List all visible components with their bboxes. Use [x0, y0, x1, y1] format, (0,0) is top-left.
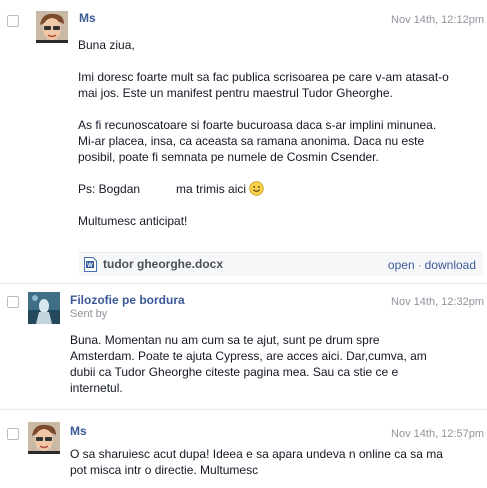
message-3: Ms Nov 14th, 12:57pm O sa sharuiesc acut… — [0, 409, 487, 488]
ps-text: Ps: Bogdan — [78, 182, 141, 196]
link-separator: · — [417, 258, 422, 272]
message-line: Buna ziua, — [78, 38, 135, 52]
smiley-emoji-icon — [249, 181, 265, 196]
open-link[interactable]: open — [388, 258, 415, 272]
message-line: posibil, poate fi semnata pe numele de C… — [78, 150, 379, 164]
sender-name[interactable]: Filozofie pe bordura — [70, 293, 185, 307]
avatar[interactable] — [28, 422, 60, 454]
message-line: Buna. Momentan nu am cum sa te ajut, sun… — [70, 333, 380, 347]
timestamp: Nov 14th, 12:12pm — [391, 14, 484, 26]
ps-text-continued: ma trimis aici — [176, 182, 247, 196]
message-body: Buna ziua, Imi doresc foarte mult sa fac… — [78, 37, 484, 229]
timestamp: Nov 14th, 12:32pm — [391, 296, 484, 308]
svg-text:W: W — [87, 263, 93, 269]
attachment: W tudor gheorghe.docx open · download — [79, 252, 483, 276]
select-checkbox[interactable] — [7, 15, 19, 27]
message-line: Multumesc anticipat! — [78, 214, 188, 228]
sender-name[interactable]: Ms — [79, 11, 96, 25]
message-line: Amsterdam. Poate te ajuta Cypress, are a… — [70, 349, 427, 363]
word-document-icon: W — [84, 257, 97, 272]
message-body: O sa sharuiesc acut dupa! Ideea e sa apa… — [70, 446, 484, 478]
attachment-filename[interactable]: tudor gheorghe.docx — [103, 257, 223, 271]
message-body: Buna. Momentan nu am cum sa te ajut, sun… — [70, 332, 484, 396]
message-line: pot misca intr o directie. Multumesc — [70, 463, 259, 477]
sent-by-label: Sent by — [70, 308, 108, 320]
message-line: Imi doresc foarte mult sa fac publica sc… — [78, 70, 449, 84]
attachment-actions: open · download — [388, 258, 476, 272]
timestamp: Nov 14th, 12:57pm — [391, 428, 484, 440]
message-line: dubii ca Tudor Gheorghe citeste pagina m… — [70, 365, 399, 379]
message-1: Ms Nov 14th, 12:12pm Buna ziua, Imi dore… — [0, 0, 487, 283]
message-line: O sa sharuiesc acut dupa! Ideea e sa apa… — [70, 447, 443, 461]
message-line: Ps: Bogdan ma trimis aici — [78, 181, 484, 197]
sender-name[interactable]: Ms — [70, 424, 87, 438]
message-line: As fi recunoscatoare si foarte bucuroasa… — [78, 118, 437, 132]
message-2: Filozofie pe bordura Sent by Nov 14th, 1… — [0, 283, 487, 410]
download-link[interactable]: download — [425, 258, 476, 272]
select-checkbox[interactable] — [7, 428, 19, 440]
avatar[interactable] — [36, 11, 68, 43]
message-line: mai jos. Este un manifest pentru maestru… — [78, 86, 393, 100]
avatar[interactable] — [28, 292, 60, 324]
message-line: Mi-ar placea, insa, ca aceasta sa ramana… — [78, 134, 425, 148]
select-checkbox[interactable] — [7, 296, 19, 308]
message-line: internetul. — [70, 381, 123, 395]
